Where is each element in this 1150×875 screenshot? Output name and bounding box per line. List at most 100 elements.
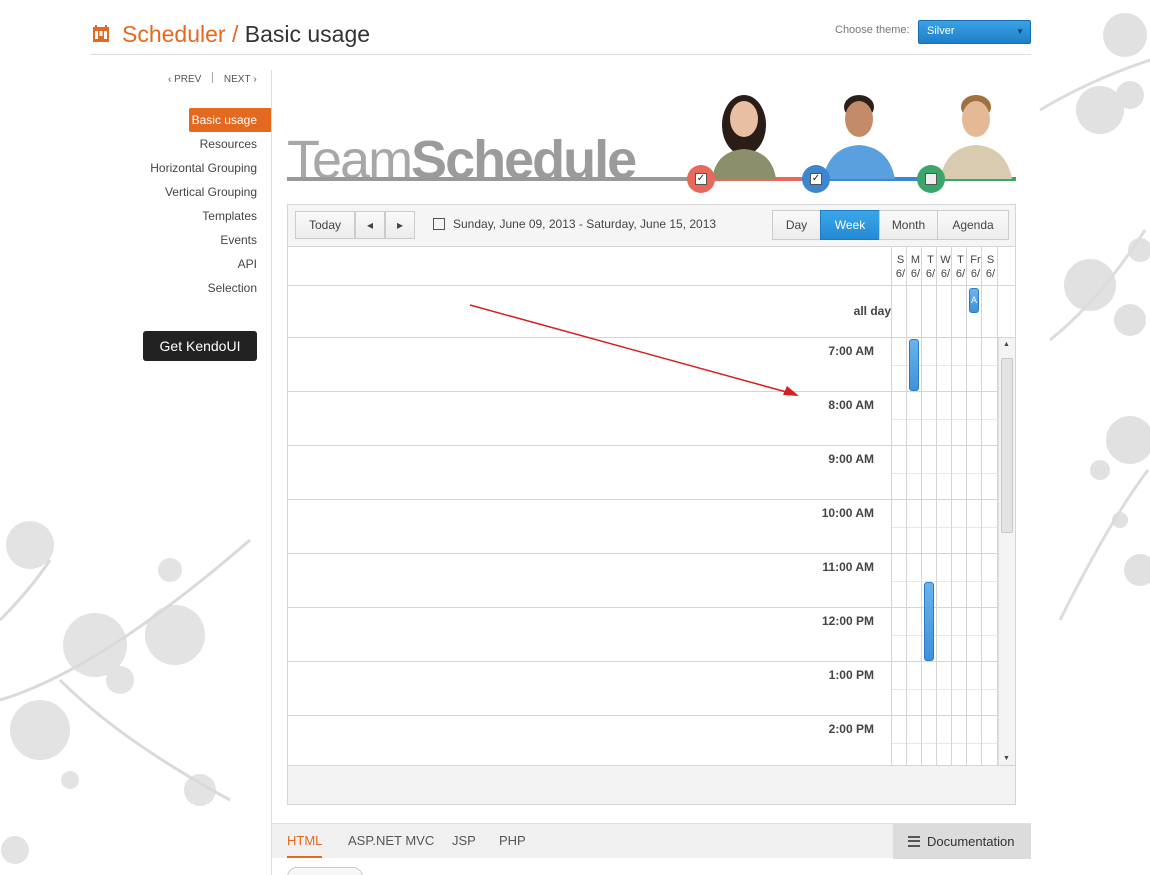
week-grid: S 6/ M 6/ T 6/ W 6/ T 6/ Fr 6/ S 6/ all day 7:0… — [288, 247, 1015, 765]
event-monday-7am[interactable] — [909, 339, 919, 391]
tab-aspnet-mvc[interactable]: ASP.NET MVC — [348, 833, 434, 848]
view-week[interactable]: Week — [820, 210, 880, 240]
scroll-down-icon[interactable]: ▼ — [1003, 755, 1010, 762]
day-header-sat[interactable]: S 6/ — [983, 253, 998, 281]
banner-word-team: Team — [287, 130, 413, 190]
scheduler-icon — [93, 25, 109, 42]
example-pager: ‹ PREV NEXT › — [168, 72, 257, 85]
allday-event-friday[interactable]: A — [969, 288, 979, 313]
banner-word-schedule: Schedule — [411, 130, 637, 190]
title-section: Basic usage — [244, 21, 371, 47]
day-header-sat-date: 6/ — [985, 268, 996, 280]
resource-toggle-3[interactable] — [917, 165, 945, 193]
time-label-7am: 7:00 AM — [828, 344, 874, 358]
day-column-line — [906, 247, 907, 765]
scheduler: Today ◂ ▸ Sunday, June 09, 2013 - Saturd… — [287, 204, 1016, 805]
day-column-line — [951, 247, 952, 765]
blossom-decoration-right — [1039, 13, 1150, 621]
day-header-sun-name: S — [896, 254, 905, 266]
documentation-label: Documentation — [927, 834, 1015, 849]
allday-event-text: A — [970, 295, 977, 305]
day-header-fri-name: Fr — [970, 254, 981, 266]
sidebar-item-resources[interactable]: Resources — [130, 132, 271, 156]
scheduler-toolbar: Today ◂ ▸ Sunday, June 09, 2013 - Saturd… — [288, 205, 1015, 247]
theme-label: Choose theme: — [835, 24, 910, 36]
theme-dropdown-value: Silver — [927, 25, 955, 37]
event-tuesday-11am[interactable] — [924, 582, 934, 661]
view-day[interactable]: Day — [772, 210, 821, 240]
sidebar-item-vertical-grouping[interactable]: Vertical Grouping — [130, 180, 271, 204]
team-schedule-banner: TeamSchedule ✓ ✓ — [287, 85, 1016, 195]
title-scheduler-link[interactable]: Scheduler — [122, 21, 226, 47]
time-label-9am: 9:00 AM — [828, 452, 874, 466]
tab-jsp[interactable]: JSP — [452, 833, 476, 848]
time-label-2pm: 2:00 PM — [828, 722, 874, 736]
checkbox-unchecked-icon — [925, 173, 937, 185]
view-agenda[interactable]: Agenda — [937, 210, 1009, 240]
sidebar-menu: Basic usage Resources Horizontal Groupin… — [130, 108, 271, 300]
blossom-decoration-left — [0, 521, 251, 864]
time-scrollbar[interactable]: ▲ ▼ — [998, 338, 1015, 765]
page-title: Scheduler / Basic usage — [122, 21, 370, 48]
day-column-line — [891, 247, 892, 765]
date-range-picker[interactable]: Sunday, June 09, 2013 - Saturday, June 1… — [433, 217, 716, 231]
document-icon — [908, 836, 920, 847]
page-header: Scheduler / Basic usage Choose theme: Si… — [90, 18, 1031, 55]
time-label-8am: 8:00 AM — [828, 398, 874, 412]
day-header-mon-date: 6/ — [910, 268, 921, 280]
time-label-1pm: 1:00 PM — [828, 668, 874, 682]
scroll-thumb[interactable] — [1001, 358, 1013, 533]
view-month[interactable]: Month — [879, 210, 938, 240]
person-avatar-3 — [940, 95, 1012, 179]
day-column-line — [921, 247, 922, 765]
date-range-label: Sunday, June 09, 2013 - Saturday, June 1… — [453, 217, 717, 231]
sidebar-item-templates[interactable]: Templates — [130, 204, 271, 228]
today-button[interactable]: Today — [295, 211, 355, 239]
person-avatar-1 — [712, 95, 776, 179]
tab-php[interactable]: PHP — [499, 833, 526, 848]
next-label: NEXT — [223, 74, 251, 85]
banner-line-gray — [287, 177, 701, 181]
checkbox-checked-icon: ✓ — [695, 173, 707, 185]
get-kendoui-button[interactable]: Get KendoUI — [143, 331, 257, 361]
sidebar-item-basic-usage[interactable]: Basic usage — [189, 108, 271, 132]
day-column-line — [981, 247, 982, 765]
day-header-thu-name: T — [957, 254, 964, 266]
time-label-10am: 10:00 AM — [821, 506, 874, 520]
time-label-11am: 11:00 AM — [822, 560, 874, 574]
pager-divider — [212, 72, 214, 83]
code-tabs: HTML ASP.NET MVC JSP PHP Documentation — [272, 823, 1031, 859]
title-separator: / — [225, 21, 245, 47]
day-header-wed-date: 6/ — [940, 268, 951, 280]
theme-dropdown[interactable]: Silver ▼ — [918, 20, 1031, 44]
sidebar-divider — [271, 70, 272, 875]
prev-week-button[interactable]: ◂ — [355, 211, 385, 239]
day-column-line — [966, 247, 967, 765]
person-avatar-2 — [823, 95, 895, 179]
time-label-12pm: 12:00 PM — [821, 614, 874, 628]
checkbox-checked-icon: ✓ — [810, 173, 822, 185]
next-link[interactable]: NEXT › — [224, 74, 257, 85]
code-toggle-button[interactable] — [287, 867, 363, 875]
resource-toggle-1[interactable]: ✓ — [687, 165, 715, 193]
scroll-up-icon[interactable]: ▲ — [1003, 341, 1010, 348]
next-week-button[interactable]: ▸ — [385, 211, 415, 239]
day-header-tue-name: T — [927, 254, 934, 266]
chevron-down-icon: ▼ — [1016, 27, 1024, 36]
prev-link[interactable]: ‹ PREV — [168, 74, 201, 85]
documentation-button[interactable]: Documentation — [893, 824, 1031, 859]
sidebar-item-horizontal-grouping[interactable]: Horizontal Grouping — [130, 156, 271, 180]
sidebar-item-selection[interactable]: Selection — [130, 276, 271, 300]
day-header-wed-name: W — [940, 254, 951, 266]
scheduler-footer — [288, 765, 1015, 804]
day-column-line — [936, 247, 937, 765]
calendar-icon — [433, 218, 445, 230]
sidebar-item-api[interactable]: API — [130, 252, 271, 276]
day-header-tue-date: 6/ — [925, 268, 936, 280]
sidebar-item-events[interactable]: Events — [130, 228, 271, 252]
resource-toggle-2[interactable]: ✓ — [802, 165, 830, 193]
day-header-fri-date: 6/ — [970, 268, 981, 280]
tab-html[interactable]: HTML — [287, 833, 323, 858]
day-header-sat-name: S — [986, 254, 995, 266]
day-header-sun-date: 6/ — [895, 268, 906, 280]
